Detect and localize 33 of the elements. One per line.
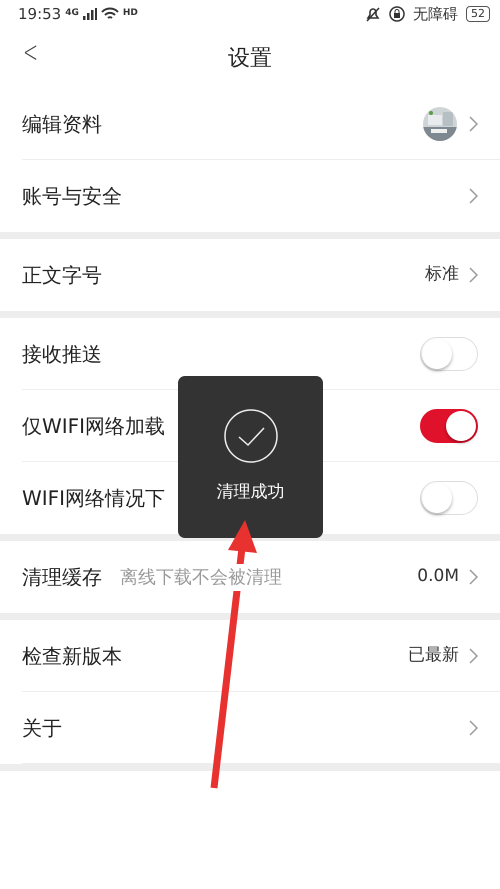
setting-label: 账号与安全 — [22, 183, 122, 210]
setting-value: 0.0M — [417, 565, 459, 588]
chevron-right-icon — [469, 188, 478, 204]
clock-time: 19:53 — [18, 4, 62, 25]
back-button[interactable]: < — [23, 38, 38, 68]
setting-label: 关于 — [22, 714, 62, 742]
chevron-right-icon — [469, 569, 478, 585]
signal-icon — [82, 8, 97, 20]
setting-label: 检查新版本 — [22, 642, 122, 670]
network-label: 4G — [65, 7, 79, 20]
toast-message: 清理成功 — [216, 481, 284, 504]
page-title: 设置 — [228, 44, 272, 72]
setting-hint: 离线下载不会被清理 — [120, 564, 282, 590]
setting-value: 标准 — [425, 263, 459, 286]
setting-label: 仅WIFI网络加载 — [22, 412, 166, 440]
chevron-right-icon — [469, 720, 478, 736]
chevron-right-icon — [469, 267, 478, 283]
lock-icon — [389, 6, 405, 22]
setting-label: 清理缓存 — [22, 564, 102, 591]
battery-level: 52 — [466, 6, 490, 22]
setting-value: 已最新 — [408, 644, 459, 667]
accessibility-label: 无障碍 — [413, 4, 458, 25]
setting-label: WIFI网络情况下 — [22, 485, 166, 512]
toggle-switch[interactable] — [420, 408, 478, 442]
hd-label: HD — [122, 7, 138, 20]
setting-label: 编辑资料 — [22, 110, 102, 138]
check-circle-icon — [222, 408, 278, 464]
bell-muted-icon — [365, 6, 381, 22]
setting-label: 正文字号 — [22, 262, 102, 289]
setting-label: 接收推送 — [22, 340, 102, 368]
wifi-icon — [100, 7, 119, 21]
chevron-right-icon — [469, 648, 478, 664]
chevron-right-icon — [469, 116, 478, 132]
